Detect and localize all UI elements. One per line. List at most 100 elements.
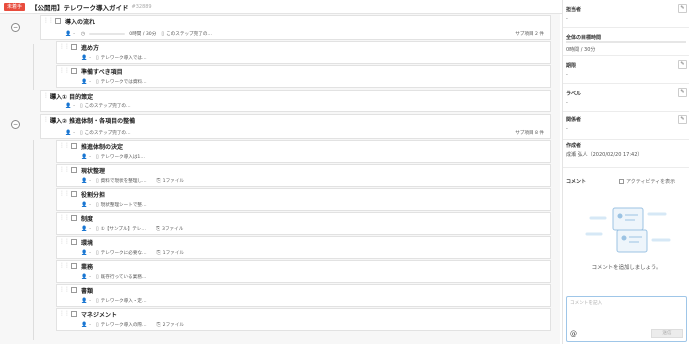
drag-handle-icon[interactable]: ⋮⋮ <box>43 117 54 130</box>
edit-pencil-icon[interactable]: ✎ <box>678 4 687 13</box>
mention-icon[interactable]: @ <box>570 330 577 338</box>
drag-handle-icon[interactable]: ⋮⋮ <box>59 143 70 156</box>
collapse-toggle-icon[interactable]: − <box>11 23 20 32</box>
task-description: 現状整理シートで整… <box>100 203 147 208</box>
task-title[interactable]: 導入の流れ <box>65 17 95 26</box>
task-title[interactable]: マネジメント <box>81 310 117 319</box>
drag-handle-icon[interactable]: ⋮⋮ <box>59 167 70 180</box>
task-row[interactable]: ⋮⋮ 進め方 👤 - ▯ テレワーク導入では… <box>56 41 551 64</box>
related-value: - <box>566 126 568 132</box>
task-checkbox[interactable] <box>71 143 77 149</box>
task-checkbox[interactable] <box>71 287 77 293</box>
activity-toggle[interactable]: アクティビティを表示 <box>619 178 675 185</box>
assignee-value: - <box>89 178 91 184</box>
task-checkbox[interactable] <box>71 191 77 197</box>
task-checkbox[interactable] <box>55 18 61 24</box>
task-checkbox[interactable] <box>71 239 77 245</box>
task-row[interactable]: ⋮⋮ 導入② 推進体制・各項目の整備 👤 - ▯ このステップ完了の… サブ項目 8 件 <box>40 114 551 139</box>
task-title[interactable]: 現状整理 <box>81 166 105 175</box>
task-title[interactable]: 制度 <box>81 214 93 223</box>
assignee-value: - <box>89 226 91 232</box>
subitem-count[interactable]: サブ項目 2 件 <box>515 31 544 37</box>
task-checkbox[interactable] <box>71 215 77 221</box>
user-icon[interactable]: 👤 <box>81 298 87 304</box>
user-icon[interactable]: 👤 <box>65 103 71 109</box>
drag-handle-icon[interactable]: ⋮⋮ <box>59 44 70 57</box>
task-checkbox[interactable] <box>71 263 77 269</box>
drag-handle-icon[interactable]: ⋮⋮ <box>59 191 70 204</box>
document-icon: ▯ <box>95 226 99 232</box>
task-meta: 👤 - ▯ ①【サンプル】テレ… ⎘ 3ファイル <box>81 226 183 232</box>
task-title[interactable]: 推進体制の決定 <box>81 142 123 151</box>
task-title[interactable]: 役割分担 <box>81 190 105 199</box>
task-checkbox[interactable] <box>71 167 77 173</box>
assignee-value: - <box>89 274 91 280</box>
task-row[interactable]: ⋮⋮ 導入① 目的策定 👤 - ▯ このステップ完了の… <box>40 90 551 112</box>
drag-handle-icon[interactable]: ⋮⋮ <box>59 311 70 324</box>
task-row[interactable]: ⋮⋮ 制度 👤 - ▯ ①【サンプル】テレ… ⎘ 3ファイル <box>56 212 551 235</box>
user-icon[interactable]: 👤 <box>81 154 87 160</box>
time-bar <box>89 33 126 35</box>
task-id: #32889 <box>131 3 152 10</box>
user-icon[interactable]: 👤 <box>81 202 87 208</box>
task-title[interactable]: 導入① 目的策定 <box>50 92 93 101</box>
task-description: テレワークでは資料… <box>100 80 147 85</box>
document-icon: ▯ <box>95 154 99 160</box>
subitem-count[interactable]: サブ項目 8 件 <box>515 130 544 136</box>
file-count: 2ファイル <box>162 323 184 328</box>
drag-handle-icon[interactable]: ⋮⋮ <box>59 68 70 81</box>
drag-handle-icon[interactable]: ⋮⋮ <box>59 263 70 276</box>
deadline-label: 期限 <box>566 63 577 69</box>
task-checkbox[interactable] <box>71 311 77 317</box>
drag-handle-icon[interactable]: ⋮⋮ <box>59 287 70 300</box>
task-title[interactable]: 業務 <box>81 262 93 271</box>
user-icon[interactable]: 👤 <box>81 178 87 184</box>
task-description: 既存行っている業務… <box>100 275 147 280</box>
task-title[interactable]: 導入② 推進体制・各項目の整備 <box>50 116 135 125</box>
task-row[interactable]: ⋮⋮ 現状整理 👤 - ▯ 資料で現状を整理し… ⎘ 1ファイル <box>56 164 551 187</box>
assignee-label: 担当者 <box>566 7 582 13</box>
creator-label: 作成者 <box>566 143 582 149</box>
user-icon[interactable]: 👤 <box>81 250 87 256</box>
task-row[interactable]: ⋮⋮ 役割分担 👤 - ▯ 現状整理シートで整… <box>56 188 551 211</box>
send-button[interactable]: 送信 <box>651 329 683 338</box>
document-icon: ▯ <box>95 55 99 61</box>
edit-pencil-icon[interactable]: ✎ <box>678 88 687 97</box>
task-title[interactable]: 準備すべき項目 <box>81 67 123 76</box>
status-badge[interactable]: 未着手 <box>4 2 26 11</box>
comment-input[interactable]: コメントを記入 @ 送信 <box>566 296 687 342</box>
task-checkbox[interactable] <box>71 44 77 50</box>
drag-handle-icon[interactable]: ⋮⋮ <box>43 93 54 106</box>
task-title[interactable]: 進め方 <box>81 43 99 52</box>
user-icon[interactable]: 👤 <box>81 55 87 61</box>
time-value: 0時間 / 30分 <box>566 47 596 53</box>
user-icon[interactable]: 👤 <box>81 274 87 280</box>
drag-handle-icon[interactable]: ⋮⋮ <box>43 18 54 31</box>
document-icon: ▯ <box>95 274 99 280</box>
user-icon[interactable]: 👤 <box>65 130 71 136</box>
task-title[interactable]: 書類 <box>81 286 93 295</box>
task-row[interactable]: ⋮⋮ 準備すべき項目 👤 - ▯ テレワークでは資料… <box>56 65 551 88</box>
task-meta: 👤 - ▯ 現状整理シートで整… <box>81 202 147 208</box>
task-row[interactable]: ⋮⋮ 導入の流れ 👤 - ◷ 0時間 / 30分 ▯ このステップ完了の… サブ項目 2 件 <box>40 15 551 40</box>
user-icon[interactable]: 👤 <box>81 226 87 232</box>
user-icon[interactable]: 👤 <box>81 79 87 85</box>
task-title[interactable]: 環境 <box>81 238 93 247</box>
collapse-toggle-icon[interactable]: − <box>11 120 20 129</box>
edit-pencil-icon[interactable]: ✎ <box>678 60 687 69</box>
user-icon[interactable]: 👤 <box>81 322 87 328</box>
time-value: 0時間 / 30分 <box>129 32 157 37</box>
drag-handle-icon[interactable]: ⋮⋮ <box>59 239 70 252</box>
task-row[interactable]: ⋮⋮ 推進体制の決定 👤 - ▯ テレワーク導入は1… <box>56 140 551 163</box>
drag-handle-icon[interactable]: ⋮⋮ <box>59 215 70 228</box>
user-icon[interactable]: 👤 <box>65 31 71 37</box>
assignee-section: 担当者 - ✎ <box>563 0 689 28</box>
task-row[interactable]: ⋮⋮ 環境 👤 - ▯ テレワークに必要な… ⎘ 1ファイル <box>56 236 551 259</box>
task-row[interactable]: ⋮⋮ マネジメント 👤 - ▯ テレワーク導入の際… ⎘ 2ファイル <box>56 308 551 331</box>
task-row[interactable]: ⋮⋮ 書類 👤 - ▯ テレワーク導入・定… <box>56 284 551 307</box>
edit-pencil-icon[interactable]: ✎ <box>678 115 687 124</box>
document-icon: ▯ <box>79 130 83 136</box>
activity-checkbox[interactable] <box>619 179 624 184</box>
task-checkbox[interactable] <box>71 68 77 74</box>
task-row[interactable]: ⋮⋮ 業務 👤 - ▯ 既存行っている業務… <box>56 260 551 283</box>
